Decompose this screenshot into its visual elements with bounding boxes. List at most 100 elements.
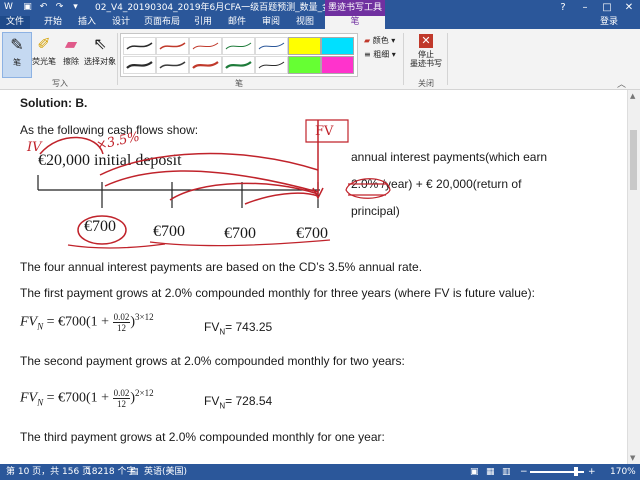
pen-stroke-icon xyxy=(258,42,285,50)
ribbon-separator xyxy=(117,33,118,85)
save-icon[interactable]: ▣ xyxy=(22,2,33,13)
print-layout-icon[interactable]: ▦ xyxy=(486,464,495,480)
pen-tool-button[interactable]: ✎ 笔 xyxy=(2,32,32,78)
select-objects-label: 选择对象 xyxy=(84,57,116,66)
highlighter-icon: ✐ xyxy=(37,34,51,53)
group-label-write: 写入 xyxy=(52,79,68,88)
pen-icon: ✎ xyxy=(10,35,24,54)
ink-iv-label: IV xyxy=(27,140,42,155)
result-1: FVN= 743.25 xyxy=(204,320,272,336)
pen-style-8[interactable] xyxy=(189,56,222,74)
redo-icon[interactable]: ↷ xyxy=(54,2,65,13)
tab-insert[interactable]: 插入 xyxy=(72,16,102,29)
ink-annotations xyxy=(39,119,391,249)
pen-style-10[interactable] xyxy=(255,56,288,74)
pen-weight-icon: ≡ xyxy=(364,50,371,59)
highlighter-yellow[interactable] xyxy=(288,37,321,55)
undo-icon[interactable]: ↶ xyxy=(38,2,49,13)
zoom-slider-thumb[interactable] xyxy=(574,467,578,476)
eraser-icon: ▰ xyxy=(64,34,78,53)
login-link[interactable]: 登录 xyxy=(600,16,618,29)
paragraph-4: The third payment grows at 2.0% compound… xyxy=(20,430,385,444)
proofing-icon[interactable]: ▤ xyxy=(130,464,139,480)
close-button[interactable]: ✕ xyxy=(618,0,640,16)
paragraph-1: The four annual interest payments are ba… xyxy=(20,260,423,274)
eraser-button[interactable]: ▰ 擦除 xyxy=(57,32,85,76)
word-app-icon: W xyxy=(4,2,13,12)
tab-mailings[interactable]: 邮件 xyxy=(222,16,252,29)
pen-stroke-icon xyxy=(159,61,186,69)
pen-gallery xyxy=(120,33,358,77)
eq2-lhs: FV xyxy=(20,390,38,406)
eq2-exponent: 2×12 xyxy=(135,388,154,399)
eq1-lhs: FV xyxy=(20,314,38,330)
pen-stroke-icon xyxy=(126,42,153,50)
pen-stroke-icon xyxy=(258,61,285,69)
zoom-in-icon[interactable]: + xyxy=(588,464,596,480)
read-mode-icon[interactable]: ▣ xyxy=(470,464,479,480)
pen-style-7[interactable] xyxy=(156,56,189,74)
eq1-exponent: 3×12 xyxy=(135,312,154,323)
ink-fv-label: FV xyxy=(315,124,334,139)
eq2-sub: N xyxy=(37,397,44,408)
status-bar: 第 10 页，共 156 页 18218 个字 ▤ 英语(美国) ▣ ▦ ▥ −… xyxy=(0,464,640,480)
result-1-label: FV xyxy=(204,320,220,334)
group-label-pens: 笔 xyxy=(235,79,243,88)
ribbon-separator xyxy=(403,33,404,85)
eq1-fraction: 0.02 12 xyxy=(112,312,131,333)
language-indicator[interactable]: 英语(美国) xyxy=(144,464,187,480)
highlighter-cyan[interactable] xyxy=(321,37,354,55)
pen-style-4[interactable] xyxy=(222,37,255,55)
pen-stroke-icon xyxy=(159,42,186,50)
pen-weight-dropdown[interactable]: ≡ 粗细 ▾ xyxy=(364,49,396,60)
page-count[interactable]: 第 10 页，共 156 页 xyxy=(6,464,91,480)
tab-review[interactable]: 审阅 xyxy=(256,16,286,29)
equation-2: FVN = €700(1 + 0.02 12)2×12 xyxy=(20,388,154,409)
title-bar: W ▣ ↶ ↷ ▾ 02_V4_20190304_2019年6月CFA一级百题预… xyxy=(0,0,640,16)
highlighter-button[interactable]: ✐ 荧光笔 xyxy=(30,32,58,76)
tab-pens[interactable]: 笔 xyxy=(325,16,385,29)
pen-style-3[interactable] xyxy=(189,37,222,55)
zoom-level[interactable]: 170% xyxy=(610,464,636,480)
pen-style-6[interactable] xyxy=(123,56,156,74)
help-icon[interactable]: ? xyxy=(552,0,574,16)
collapse-ribbon-icon[interactable]: ︿ xyxy=(617,77,626,90)
highlighter-green[interactable] xyxy=(288,56,321,74)
highlighter-magenta[interactable] xyxy=(321,56,354,74)
eq1-frac-den: 12 xyxy=(116,323,126,333)
cursor-arrow-icon: ⇖ xyxy=(93,34,107,53)
select-objects-button[interactable]: ⇖ 选择对象 xyxy=(83,32,117,76)
pen-stroke-icon xyxy=(126,61,153,69)
result-1-value: = 743.25 xyxy=(225,320,273,334)
pen-style-5[interactable] xyxy=(255,37,288,55)
pen-style-2[interactable] xyxy=(156,37,189,55)
tab-file[interactable]: 文件 xyxy=(0,16,30,29)
document-page[interactable]: Solution: B. As the following cash flows… xyxy=(0,90,640,464)
maximize-button[interactable]: □ xyxy=(596,0,618,16)
minimize-button[interactable]: – xyxy=(574,0,596,16)
word-count[interactable]: 18218 个字 xyxy=(86,464,136,480)
pen-color-dropdown[interactable]: ▰ 颜色 ▾ xyxy=(364,35,395,46)
eq2-fraction: 0.02 12 xyxy=(112,388,131,409)
eq2-body: = €700(1 + xyxy=(46,390,110,406)
ink-tools-context-tab: 墨迹书写工具 xyxy=(325,0,385,16)
tab-references[interactable]: 引用 xyxy=(188,16,218,29)
tab-home[interactable]: 开始 xyxy=(38,16,68,29)
pen-stroke-icon xyxy=(192,42,219,50)
stop-inking-label: 停止 墨迹书写 xyxy=(410,50,442,68)
tab-design[interactable]: 设计 xyxy=(106,16,136,29)
scroll-up-icon[interactable]: ▲ xyxy=(630,92,635,100)
pen-style-1[interactable] xyxy=(123,37,156,55)
zoom-out-icon[interactable]: − xyxy=(520,464,528,480)
customize-toolbar-icon[interactable]: ▾ xyxy=(70,2,81,13)
stop-inking-button[interactable]: ✕ 停止 墨迹书写 xyxy=(408,32,444,76)
scrollbar-thumb[interactable] xyxy=(630,130,637,190)
tab-view[interactable]: 视图 xyxy=(290,16,320,29)
pen-style-9[interactable] xyxy=(222,56,255,74)
pen-color-label: 颜色 xyxy=(372,36,389,45)
tab-page-layout[interactable]: 页面布局 xyxy=(140,16,184,29)
scroll-down-icon[interactable]: ▼ xyxy=(630,454,635,462)
vertical-scrollbar[interactable]: ▲ ▼ xyxy=(627,90,640,464)
web-layout-icon[interactable]: ▥ xyxy=(502,464,511,480)
eq1-sub: N xyxy=(37,321,44,332)
